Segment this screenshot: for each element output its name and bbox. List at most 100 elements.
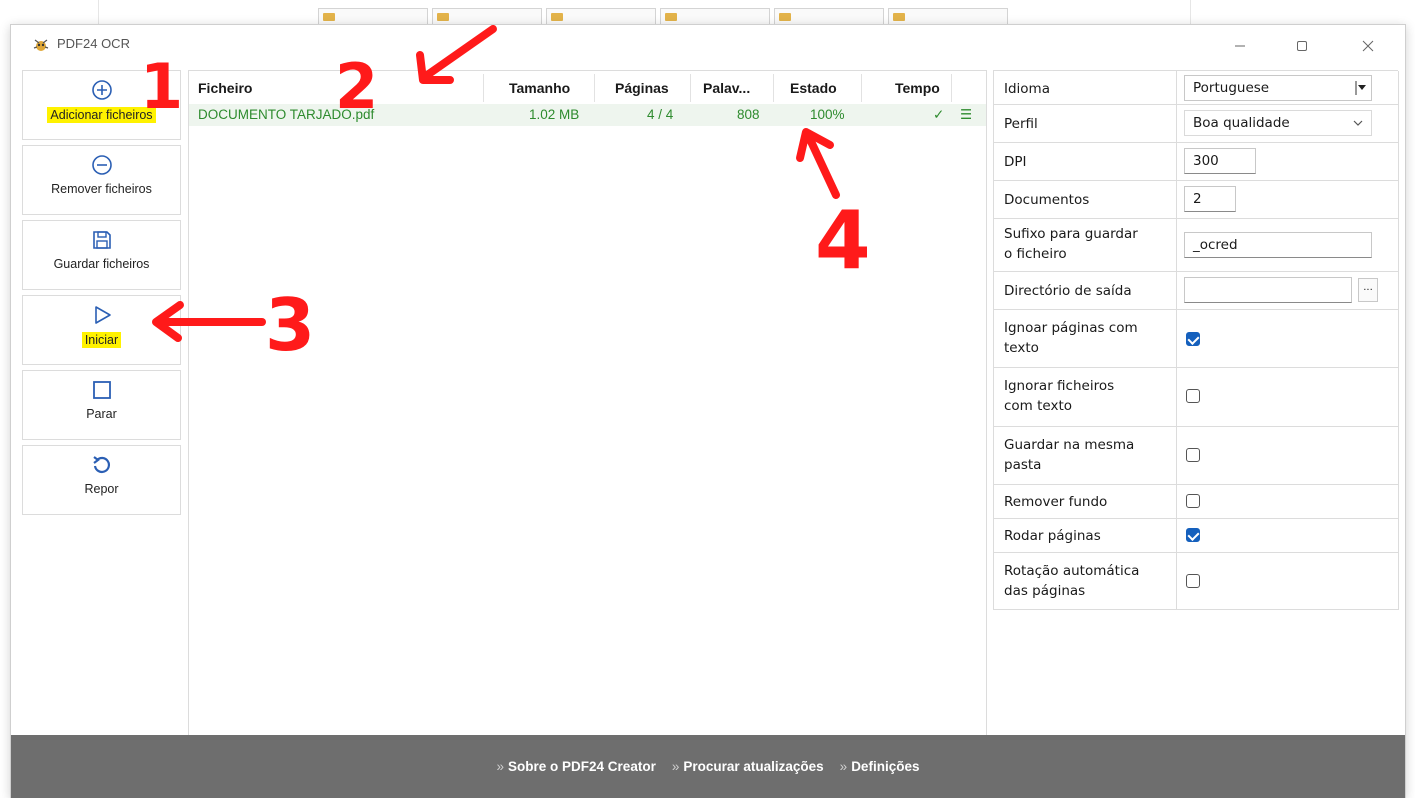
remove-files-button[interactable]: Remover ficheiros	[22, 145, 181, 215]
divider	[98, 0, 99, 26]
stop-button[interactable]: Parar	[22, 370, 181, 440]
check-updates-link-label: Procurar atualizações	[683, 759, 824, 774]
plus-circle-icon	[91, 80, 112, 100]
profile-value: Boa qualidade	[1193, 115, 1290, 131]
file-list-header: Ficheiro Tamanho Páginas Palav... Estado…	[189, 71, 986, 103]
documents-input[interactable]: 2	[1184, 186, 1236, 212]
settings-link[interactable]: » Definições	[840, 759, 920, 774]
minus-circle-icon	[91, 155, 112, 175]
same-folder-label-line: Guardar na mesma	[1004, 437, 1135, 453]
divider	[1176, 105, 1177, 142]
column-header-pages[interactable]: Páginas	[615, 80, 669, 96]
close-button[interactable]	[1345, 31, 1391, 61]
settings-panel: Idioma Portuguese Perfil Boa qualidade D…	[993, 70, 1399, 610]
bullet: »	[671, 759, 680, 774]
settings-row-remove-bg: Remover fundo	[994, 485, 1399, 519]
play-icon	[94, 306, 111, 324]
rotate-checkbox[interactable]	[1186, 528, 1200, 542]
language-value: Portuguese	[1193, 80, 1270, 96]
output-dir-label: Directório de saída	[1004, 283, 1132, 299]
background-window-strip	[0, 0, 1415, 26]
remove-files-label: Remover ficheiros	[51, 182, 152, 196]
settings-row-same-folder: Guardar na mesma pasta	[994, 427, 1399, 485]
suffix-input[interactable]: _ocred	[1184, 232, 1372, 258]
divider	[1176, 553, 1177, 609]
column-separator	[594, 74, 595, 102]
skip-files-label-line: Ignorar ficheiros	[1004, 378, 1115, 394]
same-folder-label: Guardar na mesma pasta	[1004, 435, 1134, 475]
settings-row-dpi: DPI 300	[994, 143, 1399, 181]
settings-row-rotate: Rodar páginas	[994, 519, 1399, 553]
auto-rotate-label-line: das páginas	[1004, 583, 1086, 599]
skip-files-label-line: com texto	[1004, 398, 1073, 414]
dpi-input[interactable]: 300	[1184, 148, 1256, 174]
table-row[interactable]: DOCUMENTO TARJADO.pdf 1.02 MB 4 / 4 808 …	[189, 104, 986, 126]
folder-icon	[437, 13, 449, 21]
row-menu-icon[interactable]: ☰	[960, 107, 972, 123]
column-header-status[interactable]: Estado	[790, 80, 837, 96]
close-icon	[1362, 40, 1374, 52]
settings-row-profile: Perfil Boa qualidade	[994, 105, 1399, 143]
file-size-cell: 1.02 MB	[529, 107, 580, 122]
dpi-label: DPI	[1004, 154, 1027, 170]
folder-icon	[665, 13, 677, 21]
browse-button[interactable]: ...	[1358, 278, 1378, 302]
title-bar: PDF24 OCR	[11, 25, 1405, 65]
pdf24-ocr-window: PDF24 OCR Adicionar ficheiros Remover fi…	[10, 24, 1406, 798]
suffix-label-line: o ficheiro	[1004, 246, 1067, 262]
divider	[1176, 272, 1177, 309]
language-select[interactable]: Portuguese	[1184, 75, 1372, 101]
window-title: PDF24 OCR	[57, 36, 130, 51]
save-icon	[92, 231, 111, 249]
rotate-label: Rodar páginas	[1004, 528, 1101, 544]
same-folder-checkbox[interactable]	[1186, 448, 1200, 462]
divider	[1176, 143, 1177, 180]
remove-bg-checkbox[interactable]	[1186, 494, 1200, 508]
about-link-label: Sobre o PDF24 Creator	[508, 759, 656, 774]
remove-bg-label: Remover fundo	[1004, 494, 1108, 510]
skip-pages-checkbox[interactable]	[1186, 332, 1200, 346]
start-button[interactable]: Iniciar	[22, 295, 181, 365]
folder-icon	[779, 13, 791, 21]
save-files-button[interactable]: Guardar ficheiros	[22, 220, 181, 290]
auto-rotate-checkbox[interactable]	[1186, 574, 1200, 588]
settings-row-auto-rotate: Rotação automática das páginas	[994, 553, 1399, 610]
column-header-size[interactable]: Tamanho	[509, 80, 570, 96]
skip-files-checkbox[interactable]	[1186, 389, 1200, 403]
chevron-down-icon	[1353, 120, 1363, 126]
bullet: »	[496, 759, 505, 774]
divider	[1176, 427, 1177, 484]
file-list-table[interactable]: Ficheiro Tamanho Páginas Palav... Estado…	[188, 70, 987, 736]
check-updates-link[interactable]: » Procurar atualizações	[672, 759, 824, 774]
settings-row-suffix: Sufixo para guardar o ficheiro _ocred	[994, 219, 1399, 272]
save-files-label: Guardar ficheiros	[53, 257, 150, 271]
add-files-button[interactable]: Adicionar ficheiros	[22, 70, 181, 140]
suffix-label: Sufixo para guardar o ficheiro	[1004, 224, 1138, 264]
column-separator	[690, 74, 691, 102]
skip-files-label: Ignorar ficheiros com texto	[1004, 376, 1114, 416]
divider	[1176, 368, 1177, 426]
words-cell: 808	[737, 107, 760, 122]
divider	[1176, 519, 1177, 552]
maximize-button[interactable]	[1279, 31, 1325, 61]
suffix-label-line: Sufixo para guardar	[1004, 226, 1138, 242]
auto-rotate-label-line: Rotação automática	[1004, 563, 1140, 579]
column-header-time[interactable]: Tempo	[895, 80, 940, 96]
language-label: Idioma	[1004, 81, 1050, 97]
about-link[interactable]: » Sobre o PDF24 Creator	[497, 759, 656, 774]
column-header-file[interactable]: Ficheiro	[198, 80, 252, 96]
column-separator	[483, 74, 484, 102]
output-dir-input[interactable]	[1184, 277, 1352, 303]
minimize-button[interactable]	[1217, 31, 1263, 61]
add-files-label: Adicionar ficheiros	[47, 107, 156, 123]
footer-bar: » Sobre o PDF24 Creator » Procurar atualiz…	[11, 735, 1405, 798]
skip-pages-label: Ignoar páginas com texto	[1004, 318, 1138, 358]
reset-button[interactable]: Repor	[22, 445, 181, 515]
minimize-icon	[1235, 45, 1245, 47]
column-header-words[interactable]: Palav...	[703, 80, 750, 96]
profile-select[interactable]: Boa qualidade	[1184, 110, 1372, 136]
pages-cell: 4 / 4	[647, 107, 674, 122]
stop-icon	[92, 381, 111, 399]
folder-icon	[893, 13, 905, 21]
pdf24-app-icon	[33, 39, 49, 51]
